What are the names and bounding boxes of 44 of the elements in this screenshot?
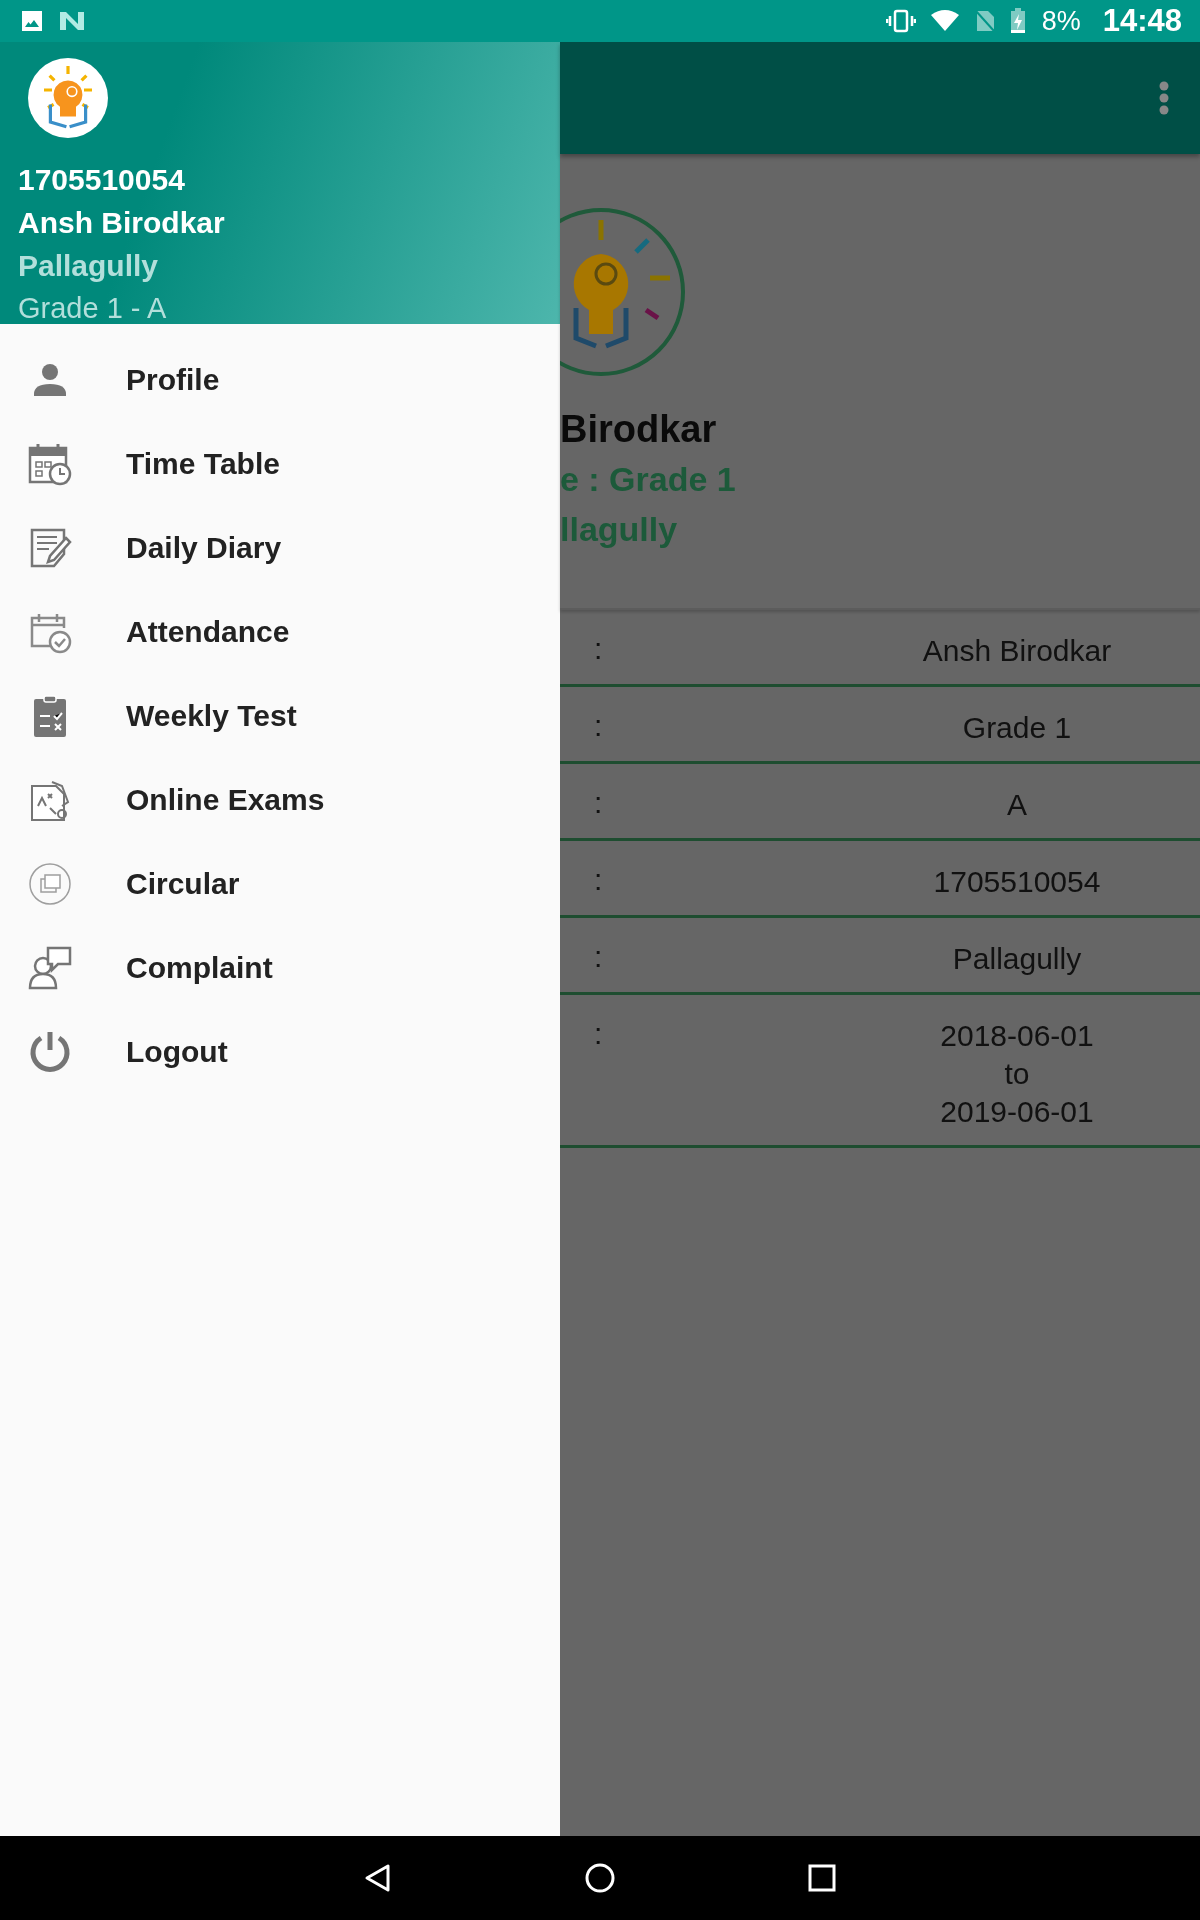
menu-item[interactable]: Weekly Test <box>0 674 560 758</box>
colon: : <box>593 632 604 666</box>
colon: : <box>593 940 604 974</box>
battery-charging-icon <box>1009 8 1026 34</box>
class-label: e : Grade 1 <box>560 459 737 500</box>
menu-item[interactable]: Attendance <box>0 590 560 674</box>
menu-item[interactable]: Complaint <box>0 926 560 1010</box>
vibrate-icon <box>885 9 916 33</box>
detail-value: 1705510054 <box>932 864 1102 900</box>
power-icon <box>28 1030 72 1074</box>
menu-item[interactable]: Online Exams <box>0 758 560 842</box>
colon: : <box>593 863 604 897</box>
school-name: llagully <box>560 509 679 550</box>
clock: 14:48 <box>1102 3 1182 39</box>
documents-circle-icon <box>28 862 72 906</box>
bulb-logo-icon <box>28 58 108 138</box>
recents-icon[interactable] <box>806 1862 838 1894</box>
menu-item[interactable]: Profile <box>0 338 560 422</box>
colon: : <box>593 786 604 820</box>
n-logo-icon <box>58 9 86 33</box>
colon: : <box>593 1017 604 1051</box>
detail-value: Grade 1 <box>961 710 1073 746</box>
exam-paper-icon <box>28 778 72 822</box>
menu-item[interactable]: Time Table <box>0 422 560 506</box>
notepad-pencil-icon <box>28 526 72 570</box>
image-icon <box>20 9 44 33</box>
student-id: 1705510054 <box>18 162 186 198</box>
home-icon[interactable] <box>584 1862 616 1894</box>
battery-percent: 8% <box>1041 5 1081 37</box>
detail-value: Ansh Birodkar <box>921 633 1113 669</box>
more-options-icon[interactable] <box>1158 80 1170 116</box>
colon: : <box>593 709 604 743</box>
detail-value: 2018-06-01 to 2019-06-01 <box>939 1018 1095 1130</box>
student-name: Birodkar <box>560 407 718 452</box>
class-section: Grade 1 - A <box>18 287 542 330</box>
detail-value: Pallagully <box>951 941 1083 977</box>
school-name: Pallagully <box>18 248 160 284</box>
wifi-icon <box>929 9 960 33</box>
detail-value: A <box>1006 787 1028 823</box>
person-speech-icon <box>28 946 72 990</box>
student-name: Ansh Birodkar <box>18 205 226 241</box>
menu-item[interactable]: Logout <box>0 1010 560 1094</box>
menu-item[interactable]: Daily Diary <box>0 506 560 590</box>
menu-item[interactable]: Circular <box>0 842 560 926</box>
